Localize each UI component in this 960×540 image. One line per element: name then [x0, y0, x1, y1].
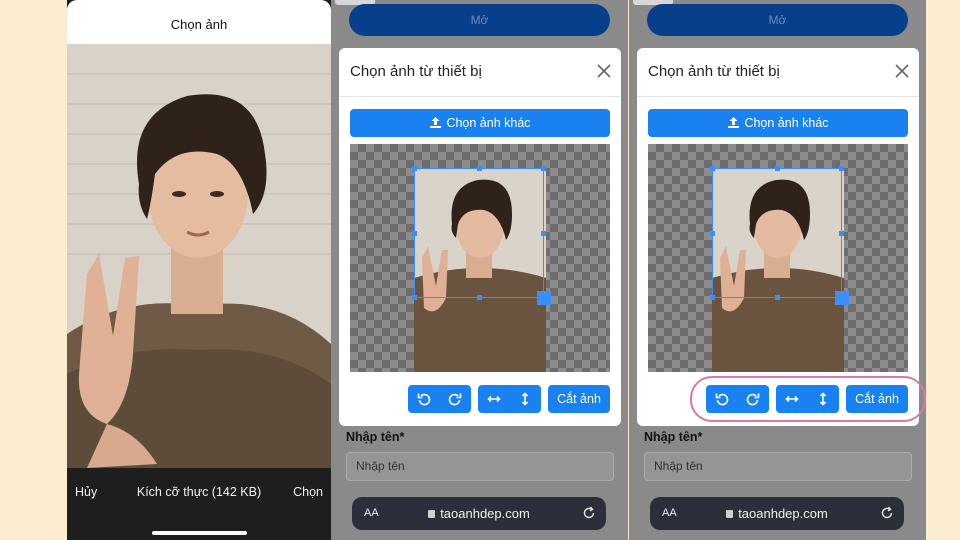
lock-icon [428, 510, 436, 518]
crop-area[interactable] [648, 144, 908, 372]
crop-resize-handle[interactable] [537, 291, 551, 305]
rotate-right-button[interactable] [439, 385, 470, 413]
browser-address-bar[interactable]: AA taoanhdep.com [650, 497, 904, 530]
toolbar-highlight-ring [690, 376, 926, 422]
choose-other-image-button[interactable]: Chọn ảnh khác [648, 109, 908, 137]
choose-image-modal: Chọn ảnh từ thiết bị Chọn ảnh khác Cắt ả… [637, 48, 919, 426]
url-text: taoanhdep.com [738, 506, 828, 521]
rotate-left-button[interactable] [408, 385, 439, 413]
crop-handle[interactable] [541, 231, 546, 236]
choose-other-image-button[interactable]: Chọn ảnh khác [350, 109, 610, 137]
browser-address-bar[interactable]: AA taoanhdep.com [352, 497, 606, 530]
upload-icon [728, 117, 740, 128]
crop-handle[interactable] [477, 166, 482, 171]
modal-title: Chọn ảnh từ thiết bị [350, 63, 482, 80]
photo-picker-screen: Chọn ảnh Hủy Kích cỡ thực (142 KB) Chọn [67, 0, 331, 540]
rotate-left-icon [417, 393, 430, 406]
crop-handle[interactable] [710, 166, 715, 171]
close-icon[interactable] [894, 63, 910, 79]
crop-selection-box[interactable] [710, 166, 849, 305]
picker-title: Chọn ảnh [170, 17, 228, 32]
reload-icon[interactable] [582, 506, 596, 520]
choose-button[interactable]: Chọn [293, 485, 323, 499]
crop-handle[interactable] [710, 231, 715, 236]
upload-icon [430, 117, 442, 128]
home-indicator [152, 531, 247, 535]
crop-handle[interactable] [477, 295, 482, 300]
crop-selection-box[interactable] [412, 166, 551, 305]
choose-image-modal: Chọn ảnh từ thiết bị Chọn ảnh khác Cắt ả… [339, 48, 621, 426]
crop-handle[interactable] [839, 166, 844, 171]
close-icon[interactable] [596, 63, 612, 79]
crop-handle[interactable] [412, 231, 417, 236]
flip-group [478, 385, 541, 413]
choose-other-image-label: Chọn ảnh khác [446, 116, 531, 130]
photo-preview [67, 44, 331, 468]
crop-handle[interactable] [412, 166, 417, 171]
crop-screen-after: Mở Chọn ảnh từ thiết bị Chọn ảnh khác Cắ… [629, 0, 926, 540]
open-button[interactable]: Mở [349, 4, 610, 36]
portrait-photo [67, 44, 331, 468]
rotate-right-icon [448, 393, 461, 406]
name-input[interactable]: Nhập tên [644, 452, 912, 481]
crop-handle[interactable] [775, 166, 780, 171]
reload-icon[interactable] [880, 506, 894, 520]
open-button[interactable]: Mở [647, 4, 908, 36]
crop-handle[interactable] [839, 231, 844, 236]
flip-vertical-button[interactable] [509, 385, 540, 413]
url-text: taoanhdep.com [440, 506, 530, 521]
arrows-vertical-icon [521, 392, 528, 406]
modal-title: Chọn ảnh từ thiết bị [648, 63, 780, 80]
crop-screen-before: Mở Chọn ảnh từ thiết bị Chọn ảnh khác Cắ… [331, 0, 628, 540]
modal-divider [339, 96, 621, 97]
lock-icon [726, 510, 734, 518]
crop-area[interactable] [350, 144, 610, 372]
name-input[interactable]: Nhập tên [346, 452, 614, 481]
address-display[interactable]: taoanhdep.com [650, 506, 904, 521]
address-display[interactable]: taoanhdep.com [352, 506, 606, 521]
crop-handle[interactable] [541, 166, 546, 171]
crop-handle[interactable] [412, 295, 417, 300]
crop-resize-handle[interactable] [835, 291, 849, 305]
arrows-horizontal-icon [486, 395, 501, 403]
picker-toolbar: Hủy Kích cỡ thực (142 KB) Chọn [67, 468, 331, 540]
crop-image-button[interactable]: Cắt ảnh [548, 385, 610, 413]
name-field-label: Nhập tên* [644, 430, 703, 444]
choose-other-image-label: Chọn ảnh khác [744, 116, 829, 130]
flip-horizontal-button[interactable] [478, 385, 509, 413]
picker-header: Chọn ảnh [67, 0, 331, 44]
rotate-group [408, 385, 471, 413]
actual-size-option[interactable]: Kích cỡ thực (142 KB) [67, 485, 331, 499]
crop-handle[interactable] [710, 295, 715, 300]
modal-divider [637, 96, 919, 97]
name-field-label: Nhập tên* [346, 430, 405, 444]
crop-handle[interactable] [775, 295, 780, 300]
